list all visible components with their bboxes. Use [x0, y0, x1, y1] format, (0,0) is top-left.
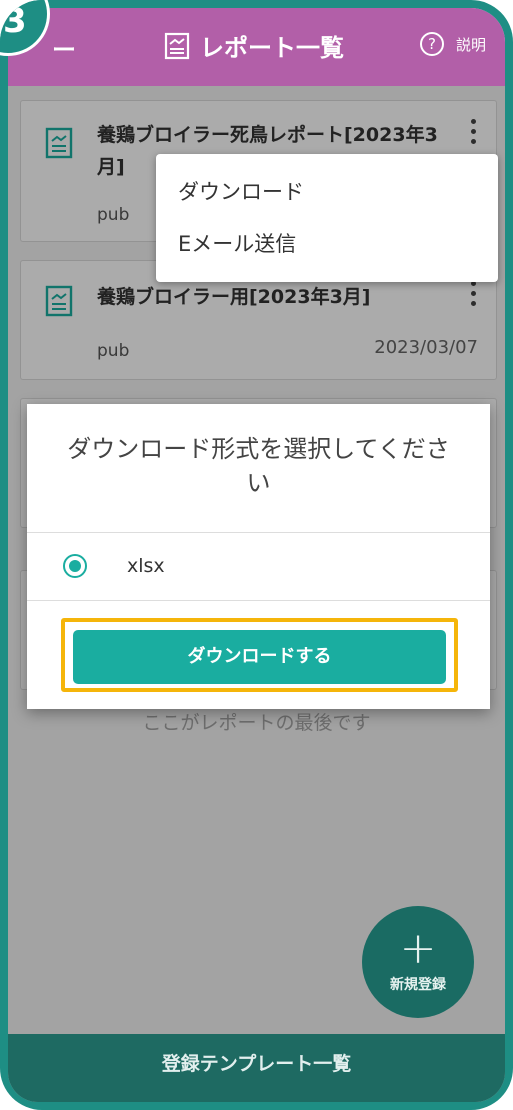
divider	[27, 532, 490, 533]
header-title-group: レポート一覧	[164, 28, 344, 63]
new-register-fab[interactable]: + 新規登録	[362, 906, 474, 1018]
dialog-title: ダウンロード形式を選択してください	[67, 435, 450, 497]
download-button[interactable]: ダウンロードする	[73, 630, 446, 684]
app-screen: ー レポート一覧 ? 説明 養鶏ブロイラー死鳥レポート[2023年3月] pub…	[8, 8, 505, 1102]
report-list-icon	[164, 32, 190, 59]
help-icon: ?	[420, 32, 444, 56]
app-header: ー レポート一覧 ? 説明	[8, 8, 505, 86]
menu-item-download[interactable]: ダウンロード	[156, 176, 498, 228]
back-button[interactable]: ー	[52, 30, 76, 65]
download-format-dialog: ダウンロード形式を選択してください xlsx ダウンロードする	[27, 404, 490, 709]
format-option-label: xlsx	[127, 555, 165, 577]
help-button[interactable]: ? 説明	[420, 32, 486, 56]
device-frame: ー レポート一覧 ? 説明 養鶏ブロイラー死鳥レポート[2023年3月] pub…	[0, 0, 513, 1110]
divider	[27, 600, 490, 601]
fab-label: 新規登録	[390, 977, 446, 993]
context-menu: ダウンロード Eメール送信	[156, 154, 498, 282]
radio-selected-icon[interactable]	[63, 554, 87, 578]
page-title: レポート一覧	[200, 34, 344, 62]
format-option-xlsx[interactable]: xlsx	[63, 554, 165, 578]
end-of-list-text: ここがレポートの最後です	[142, 712, 371, 734]
help-label: 説明	[456, 35, 487, 54]
template-list-tab[interactable]: 登録テンプレート一覧	[8, 1034, 505, 1102]
menu-item-email[interactable]: Eメール送信	[156, 228, 498, 280]
step-number: 3	[3, 1, 27, 41]
plus-icon: +	[399, 923, 437, 974]
